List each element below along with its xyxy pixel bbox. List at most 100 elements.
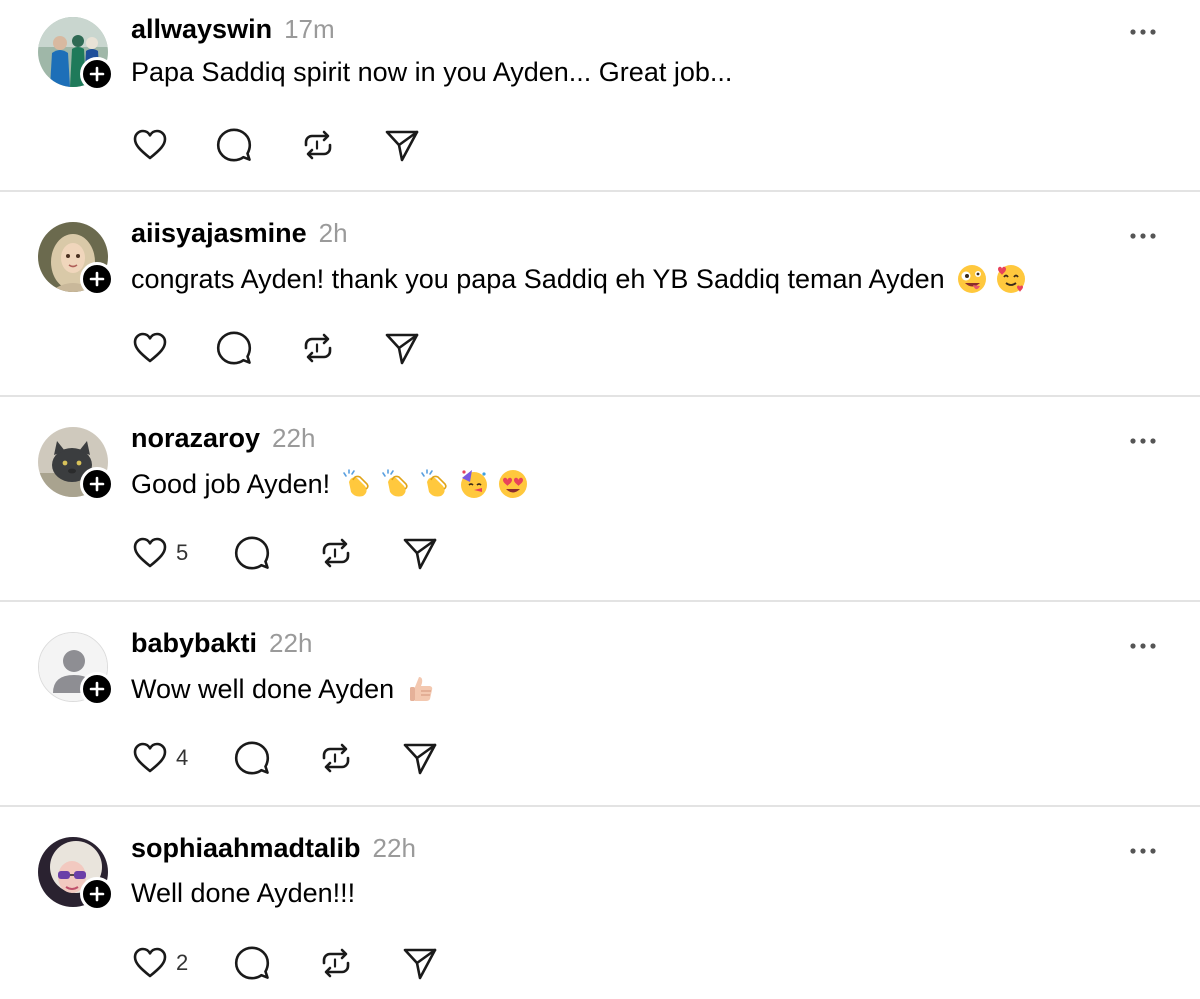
follow-button[interactable] xyxy=(80,57,114,91)
comment-bubble-icon xyxy=(235,536,270,570)
repost-icon xyxy=(322,948,350,978)
send-icon xyxy=(403,948,437,980)
avatar-container[interactable] xyxy=(38,427,114,501)
repost-icon xyxy=(304,130,332,160)
follow-button[interactable] xyxy=(80,877,114,911)
reply-post: babybakti 22h Wow well done Ayden 4 xyxy=(0,600,1200,805)
post-header: norazaroy 22h xyxy=(131,423,315,459)
more-options-button[interactable] xyxy=(1128,841,1158,861)
heart-icon xyxy=(133,332,167,363)
post-text-content: Wow well done Ayden xyxy=(131,673,395,704)
post-header: allwayswin 17m xyxy=(131,14,335,50)
clapping-hands-emoji xyxy=(343,469,369,497)
reply-button[interactable] xyxy=(232,943,272,983)
post-text-content: congrats Ayden! thank you papa Saddiq eh… xyxy=(131,263,945,294)
heart-icon xyxy=(133,742,167,773)
send-icon xyxy=(403,743,437,775)
repost-button[interactable] xyxy=(298,328,338,368)
clapping-hands-emoji xyxy=(382,469,408,497)
action-bar xyxy=(130,125,422,165)
emoji-row xyxy=(334,468,529,500)
heart-icon xyxy=(133,537,167,568)
reply-post: allwayswin 17m Papa Saddiq spirit now in… xyxy=(0,0,1200,205)
timestamp[interactable]: 22h xyxy=(373,833,416,864)
username[interactable]: sophiaahmadtalib xyxy=(131,833,361,864)
post-text: congrats Ayden! thank you papa Saddiq eh… xyxy=(131,263,1027,295)
plus-icon xyxy=(89,886,105,902)
clapping-hands-emoji xyxy=(421,469,447,497)
avatar-container[interactable] xyxy=(38,632,114,706)
reply-post: norazaroy 22h Good job Ayden! 5 xyxy=(0,395,1200,600)
share-button[interactable] xyxy=(382,125,422,165)
timestamp[interactable]: 2h xyxy=(319,218,348,249)
plus-icon xyxy=(89,476,105,492)
post-text-content: Good job Ayden! xyxy=(131,468,331,499)
like-button[interactable] xyxy=(130,125,170,165)
post-text: Well done Ayden!!! xyxy=(131,878,355,909)
heart-icon xyxy=(133,947,167,978)
post-text: Wow well done Ayden xyxy=(131,673,437,705)
action-bar: 4 xyxy=(130,738,440,778)
timestamp[interactable]: 22h xyxy=(272,423,315,454)
post-text-content: Papa Saddiq spirit now in you Ayden... G… xyxy=(131,57,733,87)
avatar-container[interactable] xyxy=(38,17,114,91)
post-divider xyxy=(0,395,1200,397)
reply-button[interactable] xyxy=(214,125,254,165)
action-bar: 5 xyxy=(130,533,440,573)
reply-button[interactable] xyxy=(214,328,254,368)
heart-eyes-emoji xyxy=(499,470,528,498)
heart-icon xyxy=(133,129,167,160)
timestamp[interactable]: 17m xyxy=(284,14,335,45)
more-options-button[interactable] xyxy=(1128,22,1158,42)
like-button[interactable] xyxy=(130,328,170,368)
post-divider xyxy=(0,805,1200,807)
post-text-content: Well done Ayden!!! xyxy=(131,878,356,908)
reply-post: aiisyajasmine 2h congrats Ayden! thank y… xyxy=(0,190,1200,395)
more-options-button[interactable] xyxy=(1128,431,1158,451)
like-button[interactable]: 2 xyxy=(130,943,188,983)
post-text: Good job Ayden! xyxy=(131,468,529,500)
follow-button[interactable] xyxy=(80,262,114,296)
smiling-face-with-hearts-emoji xyxy=(996,265,1025,293)
more-options-button[interactable] xyxy=(1128,636,1158,656)
plus-icon xyxy=(89,66,105,82)
share-button[interactable] xyxy=(400,943,440,983)
avatar-container[interactable] xyxy=(38,837,114,911)
timestamp[interactable]: 22h xyxy=(269,628,312,659)
like-count: 4 xyxy=(176,745,189,770)
repost-button[interactable] xyxy=(316,533,356,573)
zany-face-emoji xyxy=(957,265,986,293)
share-button[interactable] xyxy=(400,738,440,778)
follow-button[interactable] xyxy=(80,467,114,501)
thumbs-up-emoji xyxy=(410,677,433,701)
like-button[interactable]: 5 xyxy=(130,533,188,573)
username[interactable]: allwayswin xyxy=(131,14,272,45)
reply-button[interactable] xyxy=(232,533,272,573)
follow-button[interactable] xyxy=(80,672,114,706)
repost-button[interactable] xyxy=(298,125,338,165)
post-divider xyxy=(0,600,1200,602)
username[interactable]: norazaroy xyxy=(131,423,260,454)
more-options-button[interactable] xyxy=(1128,226,1158,246)
post-header: aiisyajasmine 2h xyxy=(131,218,348,254)
share-button[interactable] xyxy=(382,328,422,368)
repost-icon xyxy=(322,538,350,568)
more-horizontal-icon xyxy=(1130,29,1156,35)
send-icon xyxy=(403,538,437,570)
reply-button[interactable] xyxy=(232,738,272,778)
share-button[interactable] xyxy=(400,533,440,573)
more-horizontal-icon xyxy=(1130,643,1156,649)
post-header: babybakti 22h xyxy=(131,628,312,664)
emoji-row xyxy=(949,263,1027,295)
username[interactable]: babybakti xyxy=(131,628,257,659)
avatar-container[interactable] xyxy=(38,222,114,296)
repost-button[interactable] xyxy=(316,738,356,778)
like-button[interactable]: 4 xyxy=(130,738,188,778)
repost-button[interactable] xyxy=(316,943,356,983)
plus-icon xyxy=(89,681,105,697)
comment-bubble-icon xyxy=(216,128,252,162)
comment-bubble-icon xyxy=(235,741,270,775)
emoji-row xyxy=(398,673,437,705)
username[interactable]: aiisyajasmine xyxy=(131,218,307,249)
action-bar xyxy=(130,328,422,368)
